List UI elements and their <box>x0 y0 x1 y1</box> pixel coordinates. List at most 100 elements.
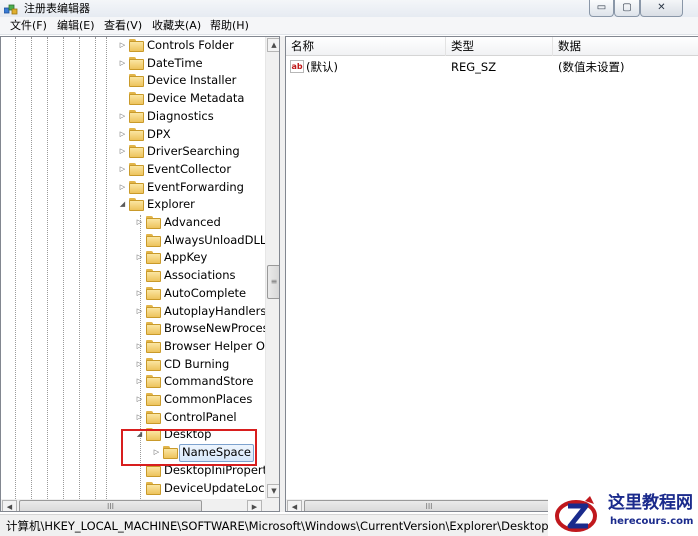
tree-item-label[interactable]: CD Burning <box>162 356 231 374</box>
expand-arrow-icon[interactable]: ▷ <box>118 147 127 156</box>
menu-view[interactable]: 查看(V) <box>102 18 144 34</box>
expand-arrow-icon[interactable]: ▷ <box>135 289 144 298</box>
tree-item-label[interactable]: AutoComplete <box>162 285 248 303</box>
expand-arrow-icon[interactable]: ▷ <box>135 395 144 404</box>
tree-item[interactable]: ▷ DriverSearching <box>1 143 265 161</box>
tree-horizontal-scrollbar[interactable]: ◀ III ▶ <box>1 499 279 511</box>
column-header-data[interactable]: 数据 <box>553 37 698 56</box>
tree-item[interactable]: ▷ AutoplayHandlers <box>1 303 268 321</box>
tree-item-label[interactable]: Explorer <box>145 196 197 214</box>
tree-item[interactable]: ▷ Controls Folder <box>1 37 265 55</box>
tree-item-label[interactable]: ControlPanel <box>162 409 239 427</box>
expand-arrow-icon[interactable] <box>135 324 144 333</box>
scroll-right-icon: ▶ <box>251 503 258 511</box>
tree-item-label[interactable]: Browser Helper Ob <box>162 338 274 356</box>
scroll-thumb-horizontal[interactable]: III <box>19 500 202 511</box>
tree-item-label[interactable]: DPX <box>145 126 173 144</box>
expand-arrow-icon[interactable] <box>118 94 127 103</box>
scroll-left-arrow[interactable]: ◀ <box>287 500 302 511</box>
column-header-type[interactable]: 类型 <box>446 37 553 56</box>
values-list-pane[interactable]: 名称 类型 数据 ab (默认) REG_SZ (数值未设置) ◀ III <box>285 36 698 512</box>
folder-icon <box>146 304 161 318</box>
tree-item[interactable]: ▷ CD Burning <box>1 356 265 374</box>
tree-item-label[interactable]: AlwaysUnloadDLL <box>162 232 268 250</box>
tree-item[interactable]: ▷ Diagnostics <box>1 108 265 126</box>
tree-item-label[interactable]: DriverSearching <box>145 143 242 161</box>
tree-item-label[interactable]: DateTime <box>145 55 205 73</box>
window-title: 注册表编辑器 <box>24 2 90 15</box>
scroll-thumb[interactable]: ≡ <box>267 265 279 299</box>
tree-item-label[interactable]: Device Metadata <box>145 90 246 108</box>
tree-item-label[interactable]: CommonPlaces <box>162 391 254 409</box>
expand-arrow-icon[interactable]: ▷ <box>118 59 127 68</box>
tree-item[interactable]: ▷ DateTime <box>1 55 265 73</box>
tree-item[interactable]: ▷ EventForwarding <box>1 179 265 197</box>
scroll-right-arrow[interactable]: ▶ <box>247 500 262 511</box>
expand-arrow-icon[interactable]: ▷ <box>135 253 144 262</box>
expand-arrow-icon[interactable]: ▷ <box>118 183 127 192</box>
expand-arrow-icon[interactable]: ▷ <box>135 342 144 351</box>
tree-item[interactable]: ▷ EventCollector <box>1 161 265 179</box>
tree-item-label[interactable]: BrowseNewProcess <box>162 320 277 338</box>
tree-item[interactable]: ▷ CommonPlaces <box>1 391 265 409</box>
expand-arrow-icon[interactable] <box>135 484 144 493</box>
minimize-button[interactable]: ▭ <box>589 0 614 17</box>
expand-arrow-icon[interactable]: ▷ <box>118 41 127 50</box>
tree-item-label[interactable]: CommandStore <box>162 373 256 391</box>
tree-item-label[interactable]: Associations <box>162 267 237 285</box>
tree-item[interactable]: Device Installer <box>1 72 265 90</box>
tree-item[interactable]: ▷ AppKey <box>1 249 265 267</box>
expand-arrow-icon[interactable]: ▷ <box>118 130 127 139</box>
expand-arrow-icon[interactable]: ▷ <box>135 413 144 422</box>
tree-vertical-scrollbar[interactable]: ▲ ≡ ▼ <box>265 37 279 499</box>
tree-item[interactable]: ▷ CommandStore <box>1 373 265 391</box>
expand-arrow-icon[interactable] <box>135 466 144 475</box>
tree-item[interactable]: ▷ AutoComplete <box>1 285 265 303</box>
close-button[interactable]: ✕ <box>640 0 683 17</box>
collapse-arrow-icon[interactable]: ◢ <box>118 200 127 209</box>
key-tree-pane[interactable]: ▷ Controls Folder ▷ DateTime Device Installe… <box>0 36 280 512</box>
tree-item-label[interactable]: Advanced <box>162 214 223 232</box>
menu-favorites[interactable]: 收藏夹(A) <box>150 18 203 34</box>
expand-arrow-icon[interactable]: ▷ <box>135 360 144 369</box>
tree-item[interactable]: BrowseNewProcess <box>1 320 275 338</box>
tree-item[interactable]: AlwaysUnloadDLL <box>1 232 268 250</box>
expand-arrow-icon[interactable]: ▷ <box>135 377 144 386</box>
tree-item-label[interactable]: EventCollector <box>145 161 233 179</box>
scroll-thumb-horizontal[interactable]: III <box>304 500 554 511</box>
expand-arrow-icon[interactable]: ▷ <box>135 307 144 316</box>
tree-item[interactable]: ▷ DPX <box>1 126 265 144</box>
menu-edit[interactable]: 编辑(E) <box>55 18 97 34</box>
close-icon: ✕ <box>657 2 666 13</box>
expand-arrow-icon[interactable]: ▷ <box>135 218 144 227</box>
tree-item-label[interactable]: EventForwarding <box>145 179 246 197</box>
tree-item[interactable]: ◢ Explorer <box>1 196 265 214</box>
maximize-button[interactable]: ▢ <box>614 0 640 17</box>
tree-item-label[interactable]: Device Installer <box>145 72 238 90</box>
minimize-icon: ▭ <box>596 2 607 13</box>
tree-item[interactable]: ▷ Browser Helper Ob <box>1 338 272 356</box>
scroll-left-arrow[interactable]: ◀ <box>2 500 17 511</box>
tree-item-label[interactable]: AppKey <box>162 249 209 267</box>
menu-help[interactable]: 帮助(H) <box>208 18 251 34</box>
tree-item[interactable]: DeviceUpdateLocati <box>1 480 279 498</box>
tree-item[interactable]: Device Metadata <box>1 90 265 108</box>
tree-item-label[interactable]: AutoplayHandlers <box>162 303 268 321</box>
column-header-name[interactable]: 名称 <box>286 37 446 56</box>
tree-item[interactable]: Associations <box>1 267 265 285</box>
expand-arrow-icon[interactable] <box>118 76 127 85</box>
tree-item[interactable]: ▷ Advanced <box>1 214 265 232</box>
expand-arrow-icon[interactable]: ▷ <box>118 112 127 121</box>
expand-arrow-icon[interactable] <box>135 236 144 245</box>
scroll-up-arrow[interactable]: ▲ <box>267 38 279 52</box>
scroll-down-arrow[interactable]: ▼ <box>267 484 279 498</box>
expand-arrow-icon[interactable]: ▷ <box>118 165 127 174</box>
tree-item-label[interactable]: Diagnostics <box>145 108 216 126</box>
folder-icon <box>146 286 161 300</box>
tree-item-label[interactable]: DeviceUpdateLocati <box>162 480 279 498</box>
list-row[interactable]: ab (默认) REG_SZ (数值未设置) <box>286 58 698 76</box>
tree-item[interactable]: ▷ ControlPanel <box>1 409 265 427</box>
tree-item-label[interactable]: Controls Folder <box>145 37 236 55</box>
menu-file[interactable]: 文件(F) <box>8 18 49 34</box>
expand-arrow-icon[interactable] <box>135 271 144 280</box>
